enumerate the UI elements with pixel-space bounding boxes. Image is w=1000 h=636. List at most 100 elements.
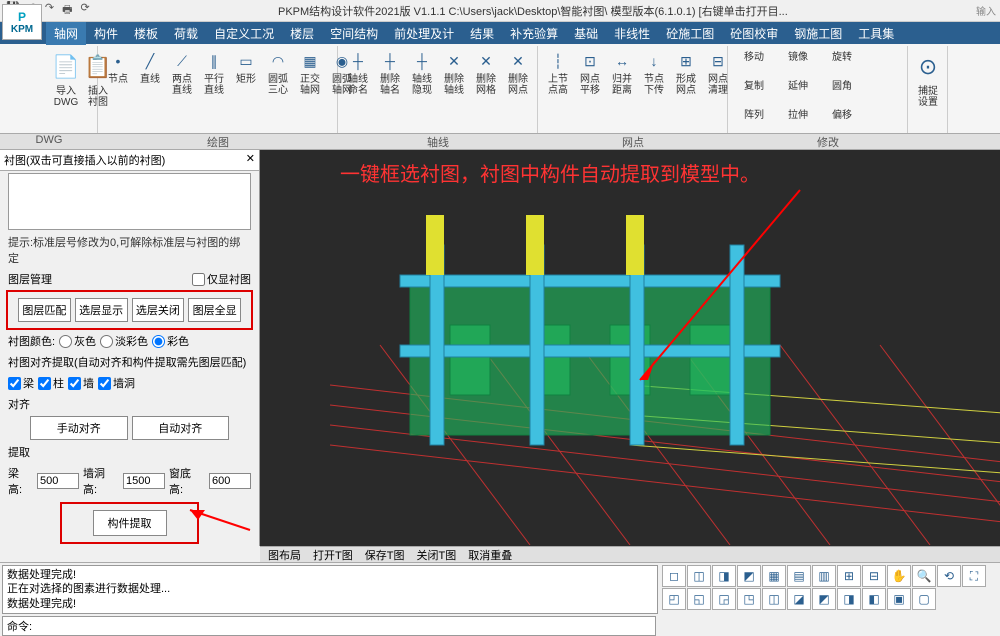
rbtn-node-move[interactable]: ⊡网点 平移 <box>576 48 604 131</box>
app-logo[interactable]: PKPM <box>2 4 42 40</box>
menu-foundation[interactable]: 基础 <box>566 22 606 45</box>
vt-k-icon[interactable]: ▢ <box>912 588 936 610</box>
menu-tools[interactable]: 工具集 <box>850 22 902 45</box>
qat-refresh-icon[interactable]: ⟳ <box>81 1 90 20</box>
vt-grid-icon[interactable]: ⊞ <box>837 565 861 587</box>
chk-beam[interactable]: 梁 <box>8 375 34 391</box>
rbtn-parallel-line[interactable]: ∥平行 直线 <box>200 48 228 131</box>
vt-g-icon[interactable]: ◩ <box>812 588 836 610</box>
btn-extract[interactable]: 构件提取 <box>93 510 167 536</box>
vt-front-icon[interactable]: ▤ <box>787 565 811 587</box>
rbtn-import-dwg[interactable]: 📄导入 DWG <box>52 48 80 131</box>
vt-axis-icon[interactable]: ⊟ <box>862 565 886 587</box>
menu-load[interactable]: 荷载 <box>166 22 206 45</box>
input-beam-h[interactable] <box>37 473 79 489</box>
qat-print-icon[interactable]: 🖶 <box>62 1 72 20</box>
vt-d-icon[interactable]: ◳ <box>737 588 761 610</box>
vt-side-icon[interactable]: ▥ <box>812 565 836 587</box>
color-gray[interactable]: 灰色 <box>59 333 96 349</box>
rbtn-ortho-grid[interactable]: ▦正交 轴网 <box>296 48 324 131</box>
btn-layer-show[interactable]: 选层显示 <box>75 298 128 322</box>
rbtn-node-down[interactable]: ↓节点 下传 <box>640 48 668 131</box>
rbtn-rect[interactable]: ▭矩形 <box>232 48 260 131</box>
btn-manual-align[interactable]: 手动对齐 <box>30 416 128 440</box>
vt-orbit-icon[interactable]: ⟲ <box>937 565 961 587</box>
vt-c-icon[interactable]: ◲ <box>712 588 736 610</box>
rbtn-snap[interactable]: ⊙捕捉 设置 <box>914 48 942 131</box>
vt-b-icon[interactable]: ◱ <box>687 588 711 610</box>
btn-layer-all[interactable]: 图层全显 <box>188 298 241 322</box>
rbtn-offset[interactable]: 偏移 <box>822 106 862 131</box>
rbtn-two-point-line[interactable]: ⟋两点 直线 <box>168 48 196 131</box>
chk-wall[interactable]: 墙 <box>68 375 94 391</box>
menu-result[interactable]: 结果 <box>462 22 502 45</box>
rbtn-axis-vis[interactable]: ┼轴线隐现 <box>408 48 436 131</box>
vt-a-icon[interactable]: ◰ <box>662 588 686 610</box>
chk-opening[interactable]: 墙洞 <box>98 375 135 391</box>
panel-close-icon[interactable]: ✕ <box>246 152 255 168</box>
menu-check[interactable]: 补充验算 <box>502 22 566 45</box>
btn-layer-hide[interactable]: 选层关闭 <box>132 298 185 322</box>
menu-concrete-dwg[interactable]: 砼施工图 <box>658 22 722 45</box>
rbtn-array[interactable]: 阵列 <box>734 106 774 131</box>
menu-space[interactable]: 空间结构 <box>322 22 386 45</box>
menu-floor[interactable]: 楼层 <box>282 22 322 45</box>
rbtn-del-axis-name[interactable]: ┼删除轴名 <box>376 48 404 131</box>
only-show-check[interactable]: 仅显衬图 <box>192 271 251 287</box>
rbtn-move[interactable]: 移动 <box>734 48 774 73</box>
vt-persp-icon[interactable]: ◩ <box>737 565 761 587</box>
vt-cube-icon[interactable]: ◻ <box>662 565 686 587</box>
menu-slab[interactable]: 楼板 <box>126 22 166 45</box>
vt-j-icon[interactable]: ▣ <box>887 588 911 610</box>
color-full[interactable]: 彩色 <box>152 333 189 349</box>
rbtn-rotate[interactable]: 旋转 <box>822 48 862 73</box>
vt-cube2-icon[interactable]: ◫ <box>687 565 711 587</box>
rbtn-line[interactable]: ╱直线 <box>136 48 164 131</box>
viewport-3d[interactable]: 一键框选衬图，衬图中构件自动提取到模型中。 <box>260 150 1000 546</box>
rbtn-arc[interactable]: ◠圆弧 三心 <box>264 48 292 131</box>
vt-e-icon[interactable]: ◫ <box>762 588 786 610</box>
rbtn-copy[interactable]: 复制 <box>734 77 774 102</box>
menu-component[interactable]: 构件 <box>86 22 126 45</box>
underlay-preview[interactable] <box>8 173 251 230</box>
vt-iso-icon[interactable]: ◨ <box>712 565 736 587</box>
menu-steel-dwg[interactable]: 钢施工图 <box>786 22 850 45</box>
rbtn-extend[interactable]: 延伸 <box>778 77 818 102</box>
btn-auto-align[interactable]: 自动对齐 <box>132 416 230 440</box>
menu-axis[interactable]: 轴网 <box>46 22 86 45</box>
menu-custom[interactable]: 自定义工况 <box>206 22 282 45</box>
status-cancel-overlap[interactable]: 取消重叠 <box>468 547 512 563</box>
btn-layer-match[interactable]: 图层匹配 <box>18 298 71 322</box>
rbtn-del-axis[interactable]: ✕删除 轴线 <box>440 48 468 131</box>
menu-nonlinear[interactable]: 非线性 <box>606 22 658 45</box>
vt-top-icon[interactable]: ▦ <box>762 565 786 587</box>
rbtn-form-grid[interactable]: ⊞形成 网点 <box>672 48 700 131</box>
vt-zoom-icon[interactable]: 🔍 <box>912 565 936 587</box>
status-close-t[interactable]: 关闭T图 <box>416 547 456 563</box>
rbtn-axis-name[interactable]: ┼轴线命名 <box>344 48 372 131</box>
rbtn-fillet[interactable]: 圆角 <box>822 77 862 102</box>
status-save-t[interactable]: 保存T图 <box>365 547 405 563</box>
rbtn-node[interactable]: •节点 <box>104 48 132 131</box>
vt-f-icon[interactable]: ◪ <box>787 588 811 610</box>
vt-pan-icon[interactable]: ✋ <box>887 565 911 587</box>
command-input[interactable]: 命令: <box>2 616 656 636</box>
input-win-b[interactable] <box>209 473 251 489</box>
vt-fit-icon[interactable]: ⛶ <box>962 565 986 587</box>
color-light[interactable]: 淡彩色 <box>100 333 148 349</box>
rbtn-mirror[interactable]: 镜像 <box>778 48 818 73</box>
qat-redo-icon[interactable]: ↷ <box>45 1 54 20</box>
rbtn-node-up[interactable]: ┆上节 点高 <box>544 48 572 131</box>
rbtn-del-node[interactable]: ✕删除 网点 <box>504 48 532 131</box>
chk-col[interactable]: 柱 <box>38 375 64 391</box>
rbtn-stretch[interactable]: 拉伸 <box>778 106 818 131</box>
input-wall-h[interactable] <box>123 473 165 489</box>
menu-concrete-review[interactable]: 砼图校审 <box>722 22 786 45</box>
status-open-t[interactable]: 打开T图 <box>313 547 353 563</box>
rbtn-merge-dist[interactable]: ↔归并 距离 <box>608 48 636 131</box>
vt-h-icon[interactable]: ◨ <box>837 588 861 610</box>
vt-i-icon[interactable]: ◧ <box>862 588 886 610</box>
status-layout[interactable]: 图布局 <box>268 547 301 563</box>
menu-preprocess[interactable]: 前处理及计 <box>386 22 462 45</box>
rbtn-del-grid[interactable]: ✕删除 网格 <box>472 48 500 131</box>
